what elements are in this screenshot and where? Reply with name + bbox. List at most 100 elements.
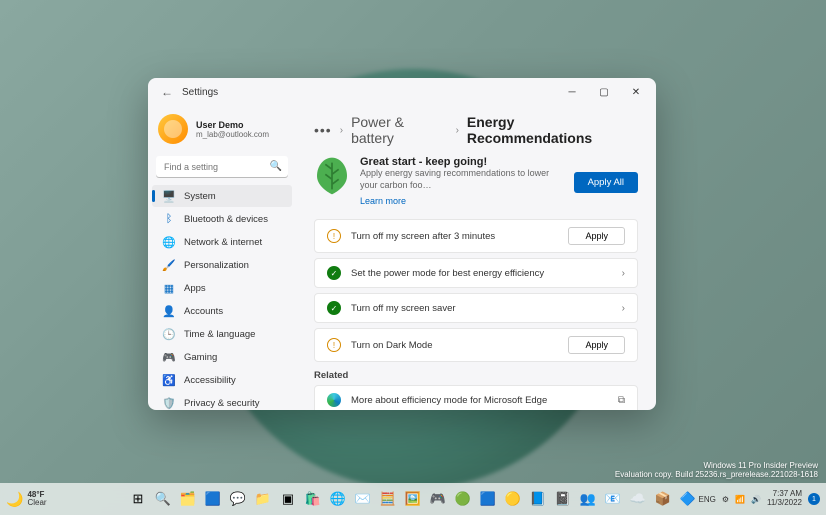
apply-all-button[interactable]: Apply All — [574, 172, 638, 193]
taskbar-store-icon[interactable]: 🛍️ — [302, 488, 324, 510]
taskbar-word-icon[interactable]: 📘 — [527, 488, 549, 510]
taskbar-start-icon[interactable]: ⊞ — [127, 488, 149, 510]
minimize-button[interactable]: ─ — [556, 78, 588, 106]
hero-title: Great start - keep going! — [360, 156, 564, 168]
nav-item-personalization[interactable]: 🖌️Personalization — [152, 254, 292, 276]
taskbar-edge-icon[interactable]: 🌐 — [327, 488, 349, 510]
taskbar-xbox-icon[interactable]: 🎮 — [427, 488, 449, 510]
taskbar-vscode-icon[interactable]: 🟦 — [477, 488, 499, 510]
nav-item-network-internet[interactable]: 🌐 Network & internet — [152, 231, 292, 253]
breadcrumb-overflow[interactable]: ••• — [314, 122, 332, 138]
nav-icon: ᛒ — [162, 212, 176, 226]
maximize-button[interactable]: ▢ — [588, 78, 620, 106]
tray-notification-icon[interactable]: 1 — [808, 493, 820, 505]
tray-wifi-icon[interactable]: 📶 — [735, 495, 745, 504]
recommendation-card[interactable]: ✓ Turn off my screen saver › — [314, 293, 638, 323]
nav-item-time-language[interactable]: 🕒 Time & language — [152, 323, 292, 345]
nav-icon: 🌐 — [162, 235, 176, 249]
warning-icon: ! — [327, 338, 341, 352]
profile-name: User Demo — [196, 120, 269, 130]
main-content: ••• › Power & battery › Energy Recommend… — [296, 106, 656, 410]
taskbar-onenote-icon[interactable]: 📓 — [552, 488, 574, 510]
taskbar-calc-icon[interactable]: 🧮 — [377, 488, 399, 510]
search-icon: 🔍 — [270, 161, 282, 172]
apply-button[interactable]: Apply — [568, 336, 625, 354]
tray-network-icon[interactable]: ⚙ — [722, 495, 729, 504]
taskbar-app1-icon[interactable]: 📦 — [652, 488, 674, 510]
taskbar-outlook-icon[interactable]: 📧 — [602, 488, 624, 510]
taskbar-mail-icon[interactable]: ✉️ — [352, 488, 374, 510]
tray-volume-icon[interactable]: 🔊 — [751, 495, 761, 504]
breadcrumb: ••• › Power & battery › Energy Recommend… — [314, 114, 638, 146]
settings-window: ← Settings ─ ▢ ✕ User Demo m_lab@outlook… — [148, 78, 656, 410]
weather-widget[interactable]: 🌙 48°F Clear — [6, 491, 47, 507]
recommendation-card: ! Turn on Dark Mode Apply — [314, 328, 638, 362]
breadcrumb-current: Energy Recommendations — [467, 114, 638, 146]
nav-icon: 🖥️ — [162, 189, 176, 203]
chevron-right-icon: › — [622, 268, 625, 279]
taskbar-terminal-icon[interactable]: ▣ — [277, 488, 299, 510]
search-box[interactable]: 🔍 — [156, 156, 288, 178]
taskbar-teams-icon[interactable]: 👥 — [577, 488, 599, 510]
leaf-icon — [314, 156, 350, 196]
nav-item-accessibility[interactable]: ♿ Accessibility — [152, 369, 292, 391]
taskbar-search-icon[interactable]: 🔍 — [152, 488, 174, 510]
recommendation-text: Turn off my screen saver — [351, 303, 612, 314]
watermark: Windows 11 Pro Insider Preview Evaluatio… — [615, 461, 818, 479]
taskbar-chat-icon[interactable]: 💬 — [227, 488, 249, 510]
search-input[interactable] — [156, 156, 288, 178]
recommendation-text: Turn on Dark Mode — [351, 340, 558, 351]
apply-button[interactable]: Apply — [568, 227, 625, 245]
nav-icon: ♿ — [162, 373, 176, 387]
nav-icon: 🎮 — [162, 350, 176, 364]
taskbar-widgets-icon[interactable]: 🟦 — [202, 488, 224, 510]
edge-icon — [327, 393, 341, 407]
breadcrumb-parent[interactable]: Power & battery — [351, 114, 448, 146]
taskbar-photos-icon[interactable]: 🖼️ — [402, 488, 424, 510]
nav-label: Bluetooth & devices — [184, 214, 268, 225]
nav-icon: 🕒 — [162, 327, 176, 341]
close-button[interactable]: ✕ — [620, 78, 652, 106]
back-button[interactable]: ← — [152, 85, 182, 99]
nav-item-gaming[interactable]: 🎮 Gaming — [152, 346, 292, 368]
learn-more-link[interactable]: Learn more — [360, 196, 406, 206]
taskbar-spotify-icon[interactable]: 🟢 — [452, 488, 474, 510]
taskbar-explorer-icon[interactable]: 📁 — [252, 488, 274, 510]
avatar — [158, 114, 188, 144]
nav-item-apps[interactable]: ▦ Apps — [152, 277, 292, 299]
weather-icon: 🌙 — [6, 492, 23, 506]
nav-label: Accessibility — [184, 375, 236, 386]
nav-label: Gaming — [184, 352, 217, 363]
recommendation-card: !Turn off my screen after 3 minutesApply — [314, 219, 638, 253]
nav-item-accounts[interactable]: 👤Accounts — [152, 300, 292, 322]
system-tray[interactable]: ^ ENG ⚙ 📶 🔊 7:37 AM 11/3/2022 1 — [689, 490, 820, 508]
check-icon: ✓ — [327, 301, 341, 315]
nav-label: Personalization — [184, 260, 249, 271]
taskbar-chrome-icon[interactable]: 🟡 — [502, 488, 524, 510]
tray-lang[interactable]: ENG — [699, 495, 716, 504]
profile-block[interactable]: User Demo m_lab@outlook.com — [148, 110, 296, 152]
related-item[interactable]: More about efficiency mode for Microsoft… — [314, 385, 638, 410]
nav-item-bluetooth-devices[interactable]: ᛒ Bluetooth & devices — [152, 208, 292, 230]
recommendation-card[interactable]: ✓Set the power mode for best energy effi… — [314, 258, 638, 288]
nav-icon: ▦ — [162, 281, 176, 295]
taskbar-app2-icon[interactable]: 🔷 — [677, 488, 699, 510]
nav-label: Time & language — [184, 329, 255, 340]
nav-label: Accounts — [184, 306, 223, 317]
nav-item-privacy-security[interactable]: 🛡️Privacy & security — [152, 392, 292, 410]
related-text: More about efficiency mode for Microsoft… — [351, 395, 608, 406]
taskbar-tasks-icon[interactable]: 🗂️ — [177, 488, 199, 510]
nav-item-system[interactable]: 🖥️ System — [152, 185, 292, 207]
clock[interactable]: 7:37 AM 11/3/2022 — [767, 490, 802, 508]
nav-label: System — [184, 191, 216, 202]
hero-subtitle: Apply energy saving recommendations to l… — [360, 168, 564, 191]
nav-label: Apps — [184, 283, 206, 294]
titlebar: ← Settings ─ ▢ ✕ — [148, 78, 656, 106]
check-icon: ✓ — [327, 266, 341, 280]
nav-icon: 🛡️ — [162, 396, 176, 410]
chevron-right-icon: › — [622, 303, 625, 314]
nav-label: Network & internet — [184, 237, 262, 248]
taskbar-onedrive-icon[interactable]: ☁️ — [627, 488, 649, 510]
external-link-icon: ⧉ — [618, 395, 625, 406]
weather-cond: Clear — [27, 499, 46, 507]
